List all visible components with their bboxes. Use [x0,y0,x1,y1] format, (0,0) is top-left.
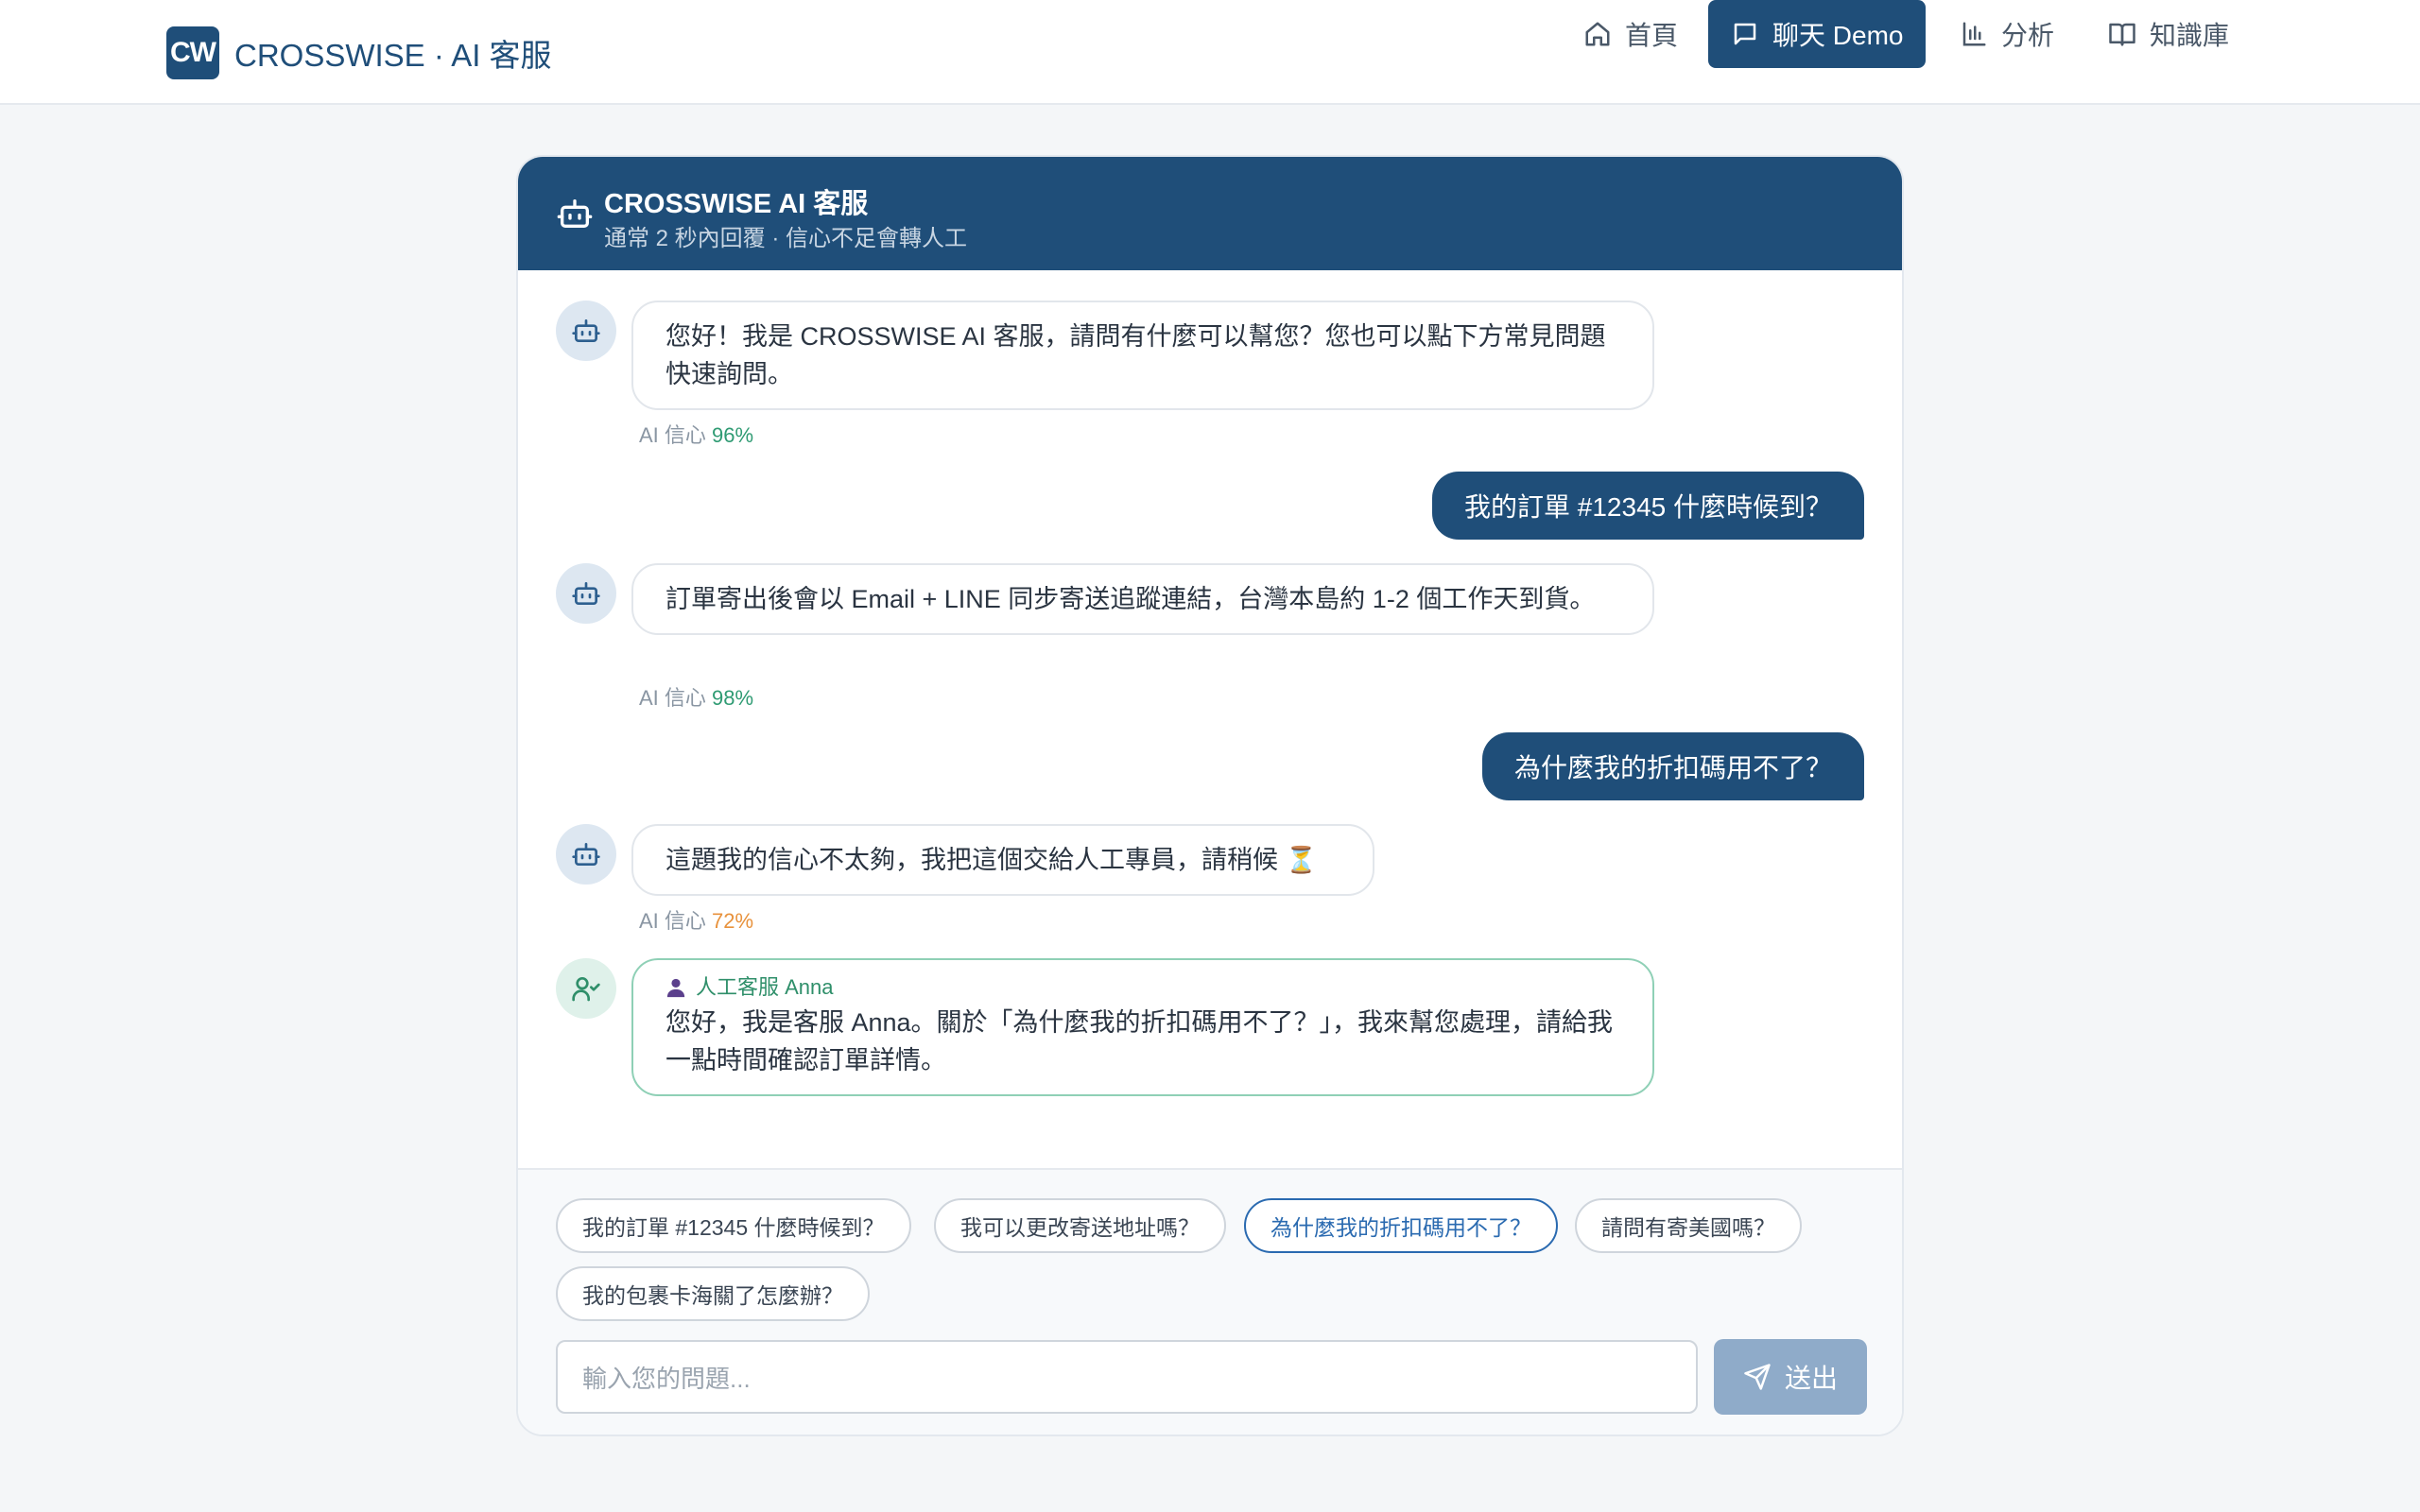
bot-icon [572,843,600,866]
top-navbar: CW CROSSWISE · AI 客服 首頁 聊天 Demo 分析 知識庫 [0,0,2420,105]
brand-logo: CW [166,26,219,79]
send-icon [1744,1364,1771,1390]
user-check-icon [572,977,600,1002]
confidence-value: 98% [712,686,754,710]
message-text: 您好，我是客服 Anna。關於「為什麼我的折扣碼用不了？」，我來幫您處理，請給我… [666,1008,1614,1074]
nav-item-home[interactable]: 首頁 [1583,0,1678,68]
send-button[interactable]: 送出 [1714,1339,1867,1415]
bot-icon [557,199,593,228]
bot-avatar [556,563,616,624]
confidence-indicator: AI 信心 72% [639,904,753,935]
human-agent-message: 人工客服 Anna 您好，我是客服 Anna。關於「為什麼我的折扣碼用不了？」，… [631,958,1654,1096]
nav-item-chat-demo[interactable]: 聊天 Demo [1708,0,1927,68]
nav-item-knowledge-base[interactable]: 知識庫 [2108,0,2229,68]
message-input-placeholder: 輸入您的問題... [582,1364,751,1393]
chat-icon [1734,23,1756,45]
nav-item-label: 分析 [2001,21,2055,50]
confidence-indicator: AI 信心 96% [639,419,753,449]
confidence-label: AI 信心 [639,423,706,447]
message-text: 為什麼我的折扣碼用不了？ [1513,753,1832,782]
confidence-label: AI 信心 [639,686,706,710]
bot-icon [572,319,600,342]
nav-item-analytics[interactable]: 分析 [1960,0,2054,68]
nav-item-label: 聊天 Demo [1772,21,1904,50]
bot-avatar [556,301,616,361]
confidence-label: AI 信心 [639,909,706,933]
chat-title: CROSSWISE AI 客服 [604,189,869,219]
bot-message: 這題我的信心不太夠，我把這個交給人工專員，請稍候 ⏳ [631,824,1374,896]
bot-message: 您好！我是 CROSSWISE AI 客服，請問有什麼可以幫您？您也可以點下方常… [631,301,1654,410]
chat-card: CROSSWISE AI 客服 通常 2 秒內回覆 · 信心不足會轉人工 您好！… [516,155,1904,1436]
quick-reply-chip[interactable]: 請問有寄美國嗎？ [1575,1198,1802,1253]
chat-footer: 我的訂單 #12345 什麼時候到？ 我可以更改寄送地址嗎？ 為什麼我的折扣碼用… [518,1168,1902,1435]
quick-reply-chip[interactable]: 我的訂單 #12345 什麼時候到？ [556,1198,911,1253]
bot-message: 訂單寄出後會以 Email + LINE 同步寄送追蹤連結，台灣本島約 1-2 … [631,563,1654,635]
nav-item-label: 首頁 [1625,21,1679,50]
message-text: 您好！我是 CROSSWISE AI 客服，請問有什麼可以幫您？您也可以點下方常… [666,322,1606,388]
confidence-indicator: AI 信心 98% [639,681,753,712]
nav-item-label: 知識庫 [2150,21,2230,50]
user-message: 我的訂單 #12345 什麼時候到？ [1432,472,1864,540]
book-icon [2109,23,2135,46]
brand[interactable]: CW CROSSWISE · AI 客服 [166,26,552,79]
bot-icon [572,582,600,605]
home-icon [1585,22,1610,46]
brand-name: CROSSWISE · AI 客服 [234,38,552,73]
send-label: 送出 [1784,1364,1838,1393]
message-text: 訂單寄出後會以 Email + LINE 同步寄送追蹤連結，台灣本島約 1-2 … [666,585,1596,613]
message-text: 這題我的信心不太夠，我把這個交給人工專員，請稍候 ⏳ [666,846,1318,874]
confidence-value: 96% [712,423,754,447]
bar-chart-icon [1962,22,1986,46]
human-agent-avatar [556,958,616,1019]
bot-avatar [556,824,616,885]
chat-subtitle: 通常 2 秒內回覆 · 信心不足會轉人工 [604,226,968,251]
message-input[interactable]: 輸入您的問題... [556,1340,1698,1414]
person-icon [666,978,685,998]
chat-header: CROSSWISE AI 客服 通常 2 秒內回覆 · 信心不足會轉人工 [518,157,1902,270]
agent-name: 人工客服 Anna [696,975,834,999]
message-text: 我的訂單 #12345 什麼時候到？ [1464,492,1832,522]
quick-reply-chip[interactable]: 我的包裹卡海關了怎麼辦？ [556,1266,870,1321]
quick-reply-chip[interactable]: 我可以更改寄送地址嗎？ [934,1198,1226,1253]
quick-reply-chip[interactable]: 為什麼我的折扣碼用不了？ [1244,1198,1558,1253]
confidence-value: 72% [712,909,754,933]
user-message: 為什麼我的折扣碼用不了？ [1481,732,1864,800]
agent-name-label: 人工客服 Anna [666,973,1620,1002]
